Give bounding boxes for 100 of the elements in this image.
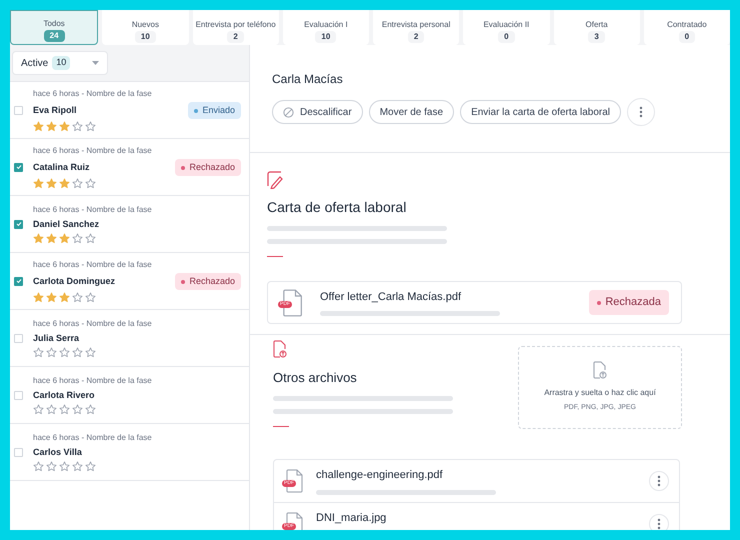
action-button[interactable]: Enviar la carta de oferta laboral: [460, 100, 622, 124]
empty-star-icon: [72, 233, 83, 244]
stage-tab[interactable]: Entrevista por teléfono 2: [192, 10, 279, 45]
status-badge: Rechazado: [175, 272, 241, 290]
checkbox[interactable]: [14, 390, 23, 400]
empty-star-icon: [85, 404, 96, 416]
candidate-name: Carlos Villa: [33, 446, 82, 459]
stage-tab[interactable]: Evaluación I 10: [282, 10, 369, 45]
stage-tab[interactable]: Evaluación II 0: [463, 10, 550, 45]
candidate-name: Carlota Dominguez: [33, 274, 116, 288]
stage-tab[interactable]: Todos 24: [10, 10, 98, 45]
count-badge: 0: [498, 31, 515, 43]
empty-star-icon: [59, 347, 70, 358]
filled-star-icon: [33, 292, 44, 304]
count-badge: 10: [52, 56, 70, 70]
candidate-row[interactable]: hace 6 horas - Nombre de la fase Catalina Ruiz Rechazado: [10, 139, 249, 196]
action-button[interactable]: Descalificar: [272, 100, 363, 124]
candidate-time: hace 6 horas - Nombre de la fase: [33, 88, 153, 100]
empty-star-icon: [85, 347, 96, 358]
candidate-name: Carlota Rivero: [33, 388, 95, 402]
candidate-name: Catalina Ruiz: [33, 160, 90, 174]
empty-star-icon: [85, 461, 96, 472]
check-icon: [16, 278, 22, 284]
file-name: DNI_maria.jpg: [316, 511, 388, 526]
count-badge: 2: [227, 31, 244, 43]
caret-icon: [92, 61, 99, 65]
stage-tab[interactable]: Oferta 3: [554, 10, 640, 45]
candidate-time: hace 6 horas - Nombre de la fase: [33, 374, 153, 387]
count-badge: 10: [315, 31, 336, 43]
empty-star-icon: [33, 461, 44, 472]
checkbox[interactable]: [14, 220, 23, 228]
filled-star-icon: [59, 292, 70, 304]
more-options-button[interactable]: [649, 514, 669, 530]
checkbox[interactable]: [14, 448, 23, 456]
status-badge: Rechazado: [175, 158, 241, 176]
candidate-time: hace 6 horas - Nombre de la fase: [33, 258, 153, 271]
candidate-name: Daniel Sanchez: [33, 218, 100, 231]
vertical-dots-icon: [657, 475, 661, 487]
filter-dropdown[interactable]: Active 10: [12, 51, 108, 75]
checkbox[interactable]: [14, 106, 23, 114]
candidate-row[interactable]: hace 6 horas - Nombre de la fase Carlos Villa: [10, 424, 249, 481]
filled-star-icon: [59, 233, 70, 244]
stage-tab[interactable]: Contratado 0: [644, 10, 730, 45]
empty-star-icon: [72, 461, 83, 472]
status-badge: Rechazada: [589, 290, 669, 315]
check-icon: [16, 164, 22, 170]
candidate-name: Eva Ripoll: [33, 104, 77, 117]
empty-star-icon: [72, 121, 83, 132]
filled-star-icon: [59, 178, 70, 190]
candidate-row[interactable]: hace 6 horas - Nombre de la fase Carlota Dominguez Rechazado: [10, 253, 249, 310]
stage-tab[interactable]: Nuevos 10: [102, 10, 188, 45]
filled-star-icon: [46, 178, 57, 190]
checkbox[interactable]: [14, 276, 23, 286]
count-badge: 24: [44, 30, 65, 42]
section-title: Carta de oferta laboral: [267, 198, 408, 217]
candidate-row[interactable]: hace 6 horas - Nombre de la fase Carlota Rivero: [10, 367, 249, 424]
filled-star-icon: [33, 178, 44, 190]
checkbox[interactable]: [14, 162, 23, 172]
empty-star-icon: [85, 233, 96, 244]
stage-tab[interactable]: Entrevista personal 2: [373, 10, 460, 45]
count-badge: 10: [134, 31, 156, 43]
candidate-row[interactable]: hace 6 horas - Nombre de la fase Daniel Sanchez: [10, 196, 249, 253]
signature-icon: [267, 171, 285, 189]
count-badge: 2: [408, 31, 424, 43]
file-name: challenge-engineering.pdf: [316, 468, 444, 484]
count-badge: 0: [678, 31, 696, 43]
empty-star-icon: [46, 347, 57, 358]
section-title: Otros archivos: [273, 369, 358, 387]
checkbox[interactable]: [14, 334, 23, 342]
candidate-time: hace 6 horas - Nombre de la fase: [33, 318, 153, 330]
empty-star-icon: [85, 178, 96, 190]
candidate-time: hace 6 horas - Nombre de la fase: [33, 144, 153, 157]
filled-star-icon: [46, 292, 57, 304]
filled-star-icon: [46, 121, 57, 132]
empty-star-icon: [72, 347, 83, 358]
empty-star-icon: [85, 292, 96, 304]
empty-star-icon: [72, 292, 83, 304]
candidate-time: hace 6 horas - Nombre de la fase: [33, 204, 153, 216]
filled-star-icon: [33, 233, 44, 244]
empty-star-icon: [85, 121, 96, 132]
action-button[interactable]: Mover de fase: [368, 100, 454, 124]
check-icon: [16, 221, 22, 227]
file-upload-icon: [593, 361, 607, 380]
candidate-title: Carla Macías: [272, 71, 344, 88]
candidate-row[interactable]: hace 6 horas - Nombre de la fase Julia Serra: [10, 310, 249, 367]
filter-label: Active: [21, 56, 48, 70]
status-badge: Enviado: [188, 102, 241, 120]
file-name: Offer letter_Carla Macías.pdf: [320, 290, 462, 305]
prohibited-icon: [283, 106, 294, 118]
count-badge: 3: [588, 31, 605, 43]
candidate-row[interactable]: hace 6 horas - Nombre de la fase Eva Ripoll Enviado: [10, 82, 249, 139]
more-options-button[interactable]: [649, 471, 669, 491]
vertical-dots-icon: [639, 106, 644, 118]
filled-star-icon: [46, 233, 57, 244]
dropzone-text: Arrastra y suelta o haz clic aquí: [544, 387, 656, 400]
filled-star-icon: [33, 121, 44, 132]
file-upload-icon: [273, 340, 287, 358]
empty-star-icon: [59, 461, 70, 472]
candidate-name: Julia Serra: [33, 332, 80, 345]
candidate-time: hace 6 horas - Nombre de la fase: [33, 432, 153, 444]
